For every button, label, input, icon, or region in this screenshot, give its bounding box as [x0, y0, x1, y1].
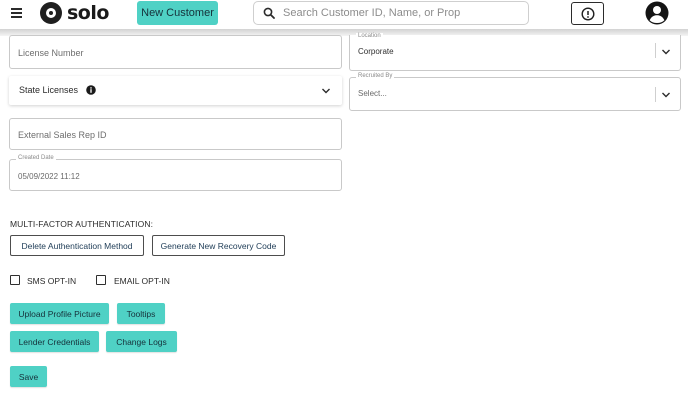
location-value: Corporate — [358, 47, 394, 56]
logo-text: solo — [67, 2, 109, 24]
select-divider — [655, 43, 656, 58]
email-opt-in-label: EMAIL OPT-IN — [114, 276, 170, 286]
delete-authentication-method-button[interactable]: Delete Authentication Method — [10, 235, 144, 256]
recruited-by-label: Recruited By — [356, 73, 395, 79]
top-bar: solo New Customer — [0, 0, 688, 30]
license-number-placeholder: License Number — [18, 48, 84, 58]
alert-button[interactable] — [571, 2, 604, 25]
external-sales-rep-placeholder: External Sales Rep ID — [18, 130, 107, 140]
lender-credentials-button[interactable]: Lender Credentials — [10, 331, 99, 352]
license-number-field[interactable]: License Number — [9, 35, 342, 69]
exclamation-circle-icon — [580, 6, 595, 21]
created-date-field: Created Date 05/09/2022 11:12 — [9, 155, 342, 191]
logo-mark-icon — [40, 2, 62, 24]
location-select[interactable]: Location Corporate — [349, 33, 681, 71]
upload-profile-picture-button[interactable]: Upload Profile Picture — [10, 303, 109, 324]
save-button[interactable]: Save — [10, 366, 47, 387]
chevron-down-icon — [662, 49, 670, 55]
new-customer-button[interactable]: New Customer — [137, 1, 218, 25]
external-sales-rep-field[interactable]: External Sales Rep ID — [9, 118, 342, 150]
hamburger-menu-icon[interactable] — [11, 8, 22, 18]
select-divider — [655, 87, 656, 102]
created-date-value: 05/09/2022 11:12 — [18, 172, 80, 181]
change-logs-button[interactable]: Change Logs — [106, 331, 177, 352]
generate-new-recovery-code-button[interactable]: Generate New Recovery Code — [152, 235, 285, 256]
state-licenses-label: State Licenses — [19, 85, 79, 95]
tooltips-button[interactable]: Tooltips — [117, 303, 165, 324]
created-date-label: Created Date — [16, 155, 56, 161]
search-bar[interactable] — [253, 1, 529, 25]
email-opt-in-checkbox[interactable] — [96, 275, 106, 285]
sms-opt-in-label: SMS OPT-IN — [27, 276, 77, 286]
recruited-by-value: Select... — [358, 89, 387, 98]
search-input[interactable] — [283, 7, 523, 19]
user-avatar-icon[interactable] — [645, 1, 669, 25]
sms-opt-in-checkbox[interactable] — [10, 275, 20, 285]
chevron-down-icon — [662, 92, 670, 98]
mfa-section-label: MULTI-FACTOR AUTHENTICATION: — [10, 219, 154, 229]
chevron-down-icon[interactable] — [321, 86, 331, 96]
search-icon — [263, 7, 275, 19]
location-label: Location — [356, 33, 383, 39]
recruited-by-select[interactable]: Recruited By Select... — [349, 73, 681, 111]
state-licenses-accordion[interactable]: State Licenses — [9, 76, 342, 105]
info-circle-icon[interactable] — [86, 85, 96, 95]
logo[interactable]: solo — [40, 1, 109, 25]
